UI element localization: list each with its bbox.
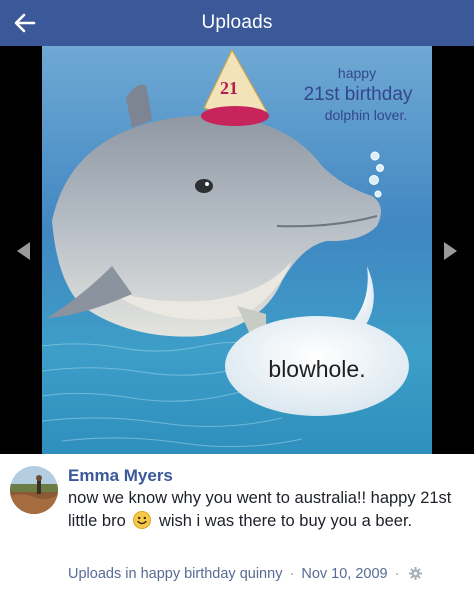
photo-viewer: 21 happy 21st birthday dolphin lover. bl…	[0, 46, 474, 454]
caret-right-icon	[444, 242, 457, 260]
author-name[interactable]: Emma Myers	[68, 466, 173, 486]
back-button[interactable]	[10, 8, 40, 38]
meta-separator-2: ·	[394, 566, 400, 582]
arrow-left-icon	[14, 13, 36, 33]
meta-in-word: in	[125, 566, 137, 582]
album-link-uploads[interactable]: Uploads	[68, 566, 121, 582]
caption-happy: happy	[338, 65, 376, 81]
hat-number: 21	[220, 78, 238, 98]
page-title: Uploads	[201, 12, 273, 33]
gear-icon[interactable]	[408, 567, 422, 580]
album-link-name[interactable]: happy birthday quinny	[141, 566, 283, 582]
avatar[interactable]	[10, 466, 58, 514]
post-message: now we know why you went to australia!! …	[68, 487, 468, 533]
message-text-end: wish i was there to buy you a beer.	[158, 512, 413, 530]
photo-post: Emma Myers now we know why you went to a…	[0, 454, 474, 594]
caret-left-icon	[17, 242, 30, 260]
avatar-image	[10, 466, 58, 514]
meta-separator: ·	[289, 566, 295, 582]
smiley-face-icon	[133, 511, 152, 529]
post-date[interactable]: Nov 10, 2009	[301, 566, 387, 582]
speech-bubble-text: blowhole.	[268, 356, 365, 382]
previous-photo-button[interactable]	[8, 236, 38, 266]
top-bar: Uploads	[0, 0, 474, 46]
next-photo-button[interactable]	[436, 236, 466, 266]
caption-birthday: 21st birthday	[304, 84, 413, 105]
photo[interactable]: 21 happy 21st birthday dolphin lover. bl…	[42, 46, 432, 454]
post-meta: Uploads in happy birthday quinny · Nov 1…	[68, 566, 422, 582]
caption-dolphin-lover: dolphin lover.	[325, 107, 408, 123]
